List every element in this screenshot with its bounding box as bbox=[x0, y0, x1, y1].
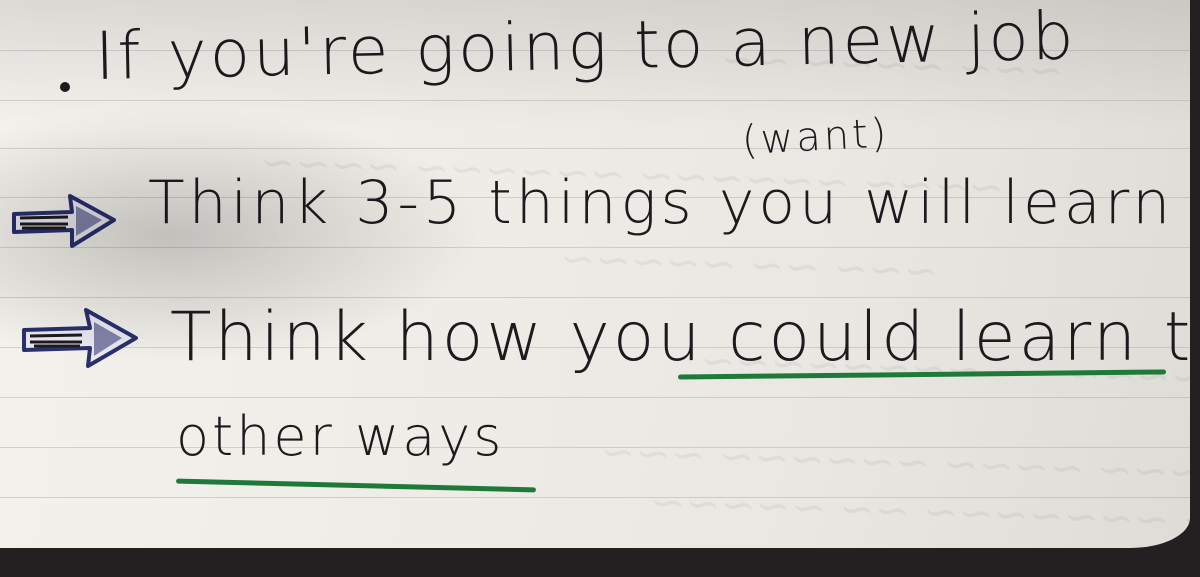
arrow-right-icon bbox=[22, 308, 138, 368]
bleed-through-text: ~~~ ~~ ~~~~~ bbox=[559, 233, 940, 296]
notebook-photo: ~~~ ~~~~ ~~ ~~~~ ~~~~~~ ~~~~~~ ~~~~ ~~~ … bbox=[0, 0, 1200, 577]
ruled-line bbox=[0, 397, 1190, 398]
note-line-3: Think how you could learn them bbox=[170, 298, 1190, 377]
note-line-4: other ways bbox=[176, 405, 505, 468]
arrow-right-icon bbox=[12, 194, 116, 248]
green-underline bbox=[175, 478, 537, 493]
note-annotation-want: (want) bbox=[740, 110, 891, 164]
bullet-dot bbox=[60, 82, 70, 92]
ruled-line bbox=[0, 100, 1190, 101]
note-line-2: Think 3-5 things you will learn bbox=[148, 168, 1175, 238]
notebook-page: ~~~ ~~~~ ~~ ~~~~ ~~~~~~ ~~~~~~ ~~~~ ~~~ … bbox=[0, 0, 1190, 548]
